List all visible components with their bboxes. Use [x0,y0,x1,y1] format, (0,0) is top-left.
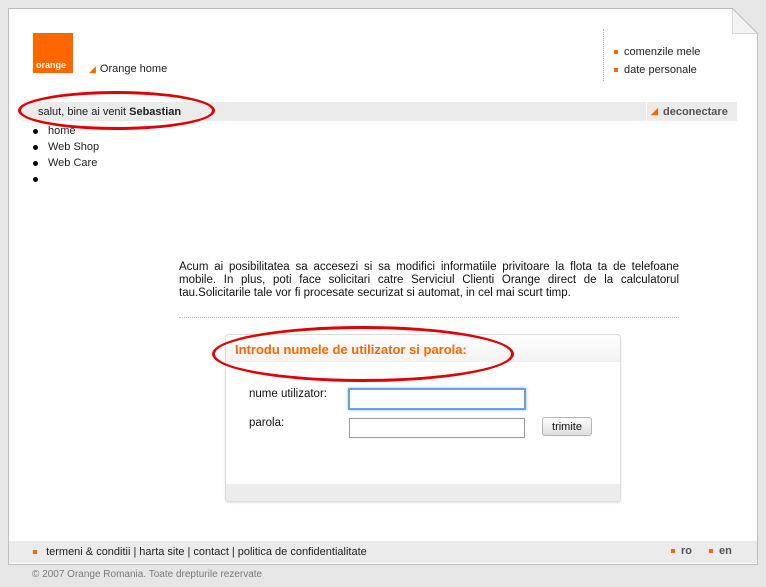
footer-link-sitemap[interactable]: harta site [139,546,184,558]
orange-square-bullet-icon [709,549,713,554]
orange-home-link[interactable]: ◢ Orange home [89,63,167,75]
copyright-text: © 2007 Orange Romania. Toate drepturile … [32,569,263,580]
orange-logo[interactable]: orange [33,33,73,73]
user-name: Sebastian [129,106,182,118]
nav-item-label: home [48,125,76,137]
password-label: parola: [249,417,285,429]
bullet-icon [33,129,38,134]
footer-separator: | [231,546,235,558]
nav-item-empty [31,171,99,187]
login-title: Introdu numele de utilizator si parola: [235,342,467,357]
login-panel-footer [226,484,620,501]
nav-item-label: Web Shop [48,141,100,153]
personal-data-label: date personale [624,64,697,76]
bullet-icon [33,145,38,150]
lang-en-link[interactable]: en [709,545,732,557]
footer-separator: | [187,546,191,558]
personal-data-link[interactable]: date personale [614,64,700,76]
intro-paragraph: Acum ai posibilitatea sa accesezi si sa … [179,261,679,299]
greeting-prefix: salut, bine ai venit [38,106,127,118]
footer-separator: | [133,546,137,558]
main-nav: home Web Shop Web Care [31,123,99,187]
orange-square-bullet-icon [671,549,675,554]
orange-square-bullet-icon [614,50,618,55]
nav-item-web-care[interactable]: Web Care [31,155,99,171]
logout-link[interactable]: ◢ deconectare [646,102,737,121]
password-input[interactable] [349,418,525,438]
username-input[interactable] [348,388,526,410]
dotted-divider [179,317,679,318]
orange-arrow-icon: ◢ [89,64,96,74]
footer-link-terms[interactable]: termeni & conditii [46,546,130,558]
footer-link-contact[interactable]: contact [193,546,228,558]
nav-item-web-shop[interactable]: Web Shop [31,139,99,155]
submit-button[interactable]: trimite [542,417,592,436]
nav-item-label: Web Care [48,157,98,169]
bullet-icon [33,177,38,182]
my-orders-label: comenzile mele [624,46,701,58]
orange-arrow-icon: ◢ [651,106,658,116]
orange-home-label: Orange home [99,63,168,75]
footer-links: termeni & conditii | harta site | contact | po… [33,546,367,558]
account-links: comenzile mele date personale [603,29,700,81]
login-panel-header: Introdu numele de utilizator si parola: [226,335,620,362]
orange-square-bullet-icon [614,68,618,73]
orange-square-bullet-icon [33,550,37,555]
lang-ro-link[interactable]: ro [671,545,692,557]
greeting-text: salut, bine ai venit Sebastian [38,106,181,118]
bullet-icon [33,161,38,166]
lang-ro-label: ro [681,545,692,557]
footer-bar: termeni & conditii | harta site | contact | po… [9,541,757,563]
page-sheet: orange ◢ Orange home comenzile mele date … [8,8,758,565]
my-orders-link[interactable]: comenzile mele [614,46,700,58]
nav-item-home[interactable]: home [31,123,99,139]
logout-label: deconectare [663,106,728,118]
footer-link-privacy[interactable]: politica de confidentialitate [238,546,367,558]
logo-text: orange [36,60,67,70]
greeting-bar: salut, bine ai venit Sebastian ◢ deconec… [23,102,737,121]
username-label: nume utilizator: [249,388,327,400]
login-panel: Introdu numele de utilizator si parola: … [225,334,621,502]
lang-en-label: en [719,545,732,557]
page-fold-icon [732,8,758,34]
